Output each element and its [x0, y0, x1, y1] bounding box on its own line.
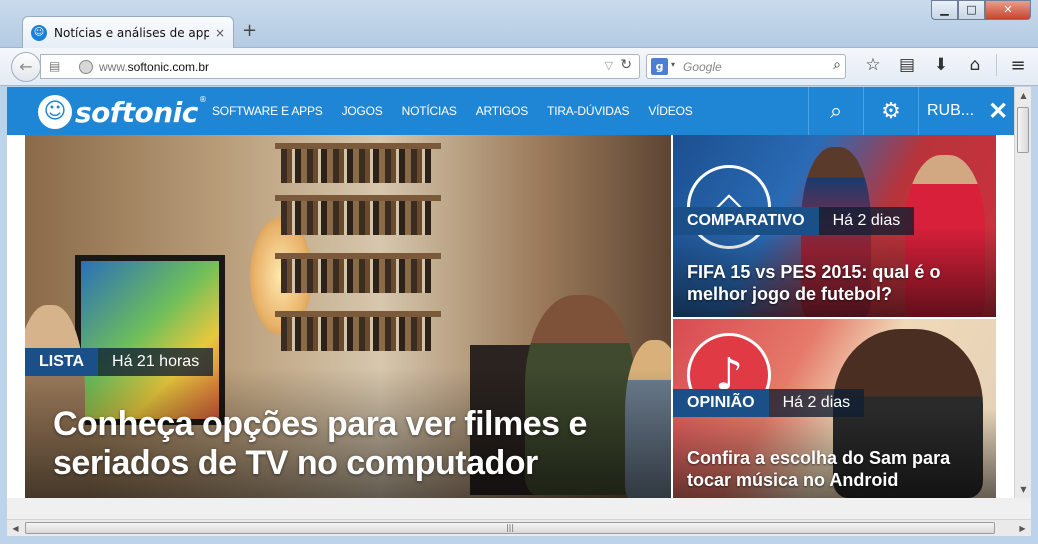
- home-icon[interactable]: ⌂: [958, 55, 992, 75]
- tab-close-icon[interactable]: ×: [215, 26, 225, 40]
- softonic-favicon-icon: ☺: [31, 24, 47, 41]
- nav-item-noticias[interactable]: NOTÍCIAS: [402, 104, 457, 118]
- scroll-left-icon[interactable]: ◀: [7, 520, 24, 537]
- bookmark-star-icon[interactable]: ☆: [856, 55, 890, 75]
- bookmarks-list-icon[interactable]: ▤: [890, 55, 924, 75]
- url-history-dropdown-icon[interactable]: ▽: [605, 59, 613, 72]
- maximize-button[interactable]: □: [958, 0, 985, 20]
- minimize-button[interactable]: ▁: [931, 0, 958, 20]
- engine-dropdown-icon[interactable]: ▾: [671, 60, 675, 69]
- card-timestamp: Há 2 dias: [768, 389, 865, 417]
- search-bar[interactable]: g ▾ Google ⌕: [646, 54, 846, 79]
- close-window-button[interactable]: ✕: [985, 0, 1031, 20]
- softonic-logo-icon: ☺: [38, 95, 72, 129]
- card-badge: COMPARATIVO Há 2 dias: [673, 207, 915, 235]
- user-close-icon[interactable]: ✕: [988, 97, 1008, 126]
- globe-icon: [79, 60, 93, 74]
- scroll-right-icon[interactable]: ▶: [1014, 520, 1031, 537]
- window-titlebar: ☺ Notícias e análises de app, ... × + ▁ …: [0, 0, 1038, 48]
- navigation-toolbar: ▤ www.softonic.com.br ▽ ↻ ← g ▾ Google ⌕…: [0, 48, 1038, 86]
- nav-item-jogos[interactable]: JOGOS: [342, 104, 383, 118]
- hero-badge: LISTA Há 21 horas: [25, 348, 214, 376]
- search-go-icon[interactable]: ⌕: [833, 57, 841, 73]
- site-header: ☺ softonic ® SOFTWARE E APPS JOGOS NOTÍC…: [7, 87, 1014, 135]
- card-title[interactable]: Confira a escolha do Sam para tocar músi…: [687, 447, 987, 491]
- settings-gear-icon[interactable]: ⚙: [863, 87, 918, 135]
- card-title[interactable]: FIFA 15 vs PES 2015: qual é o melhor jog…: [687, 261, 987, 305]
- card-timestamp: Há 2 dias: [818, 207, 915, 235]
- url-prefix: www.: [99, 60, 128, 74]
- browser-tab[interactable]: ☺ Notícias e análises de app, ... ×: [22, 16, 234, 48]
- books: [281, 317, 431, 351]
- user-menu[interactable]: RUB... ✕: [918, 87, 1014, 135]
- url-bar[interactable]: ▤ www.softonic.com.br ▽ ↻: [40, 54, 640, 79]
- main-nav: SOFTWARE E APPS JOGOS NOTÍCIAS ARTIGOS T…: [212, 104, 712, 118]
- vertical-scrollbar[interactable]: ▲ ▼: [1014, 87, 1031, 498]
- site-search-icon[interactable]: ⌕: [808, 87, 863, 135]
- hero-category-tag[interactable]: LISTA: [25, 348, 99, 376]
- books: [281, 149, 431, 183]
- header-actions: ⌕ ⚙ RUB... ✕: [808, 87, 1014, 135]
- back-button[interactable]: ←: [11, 52, 41, 82]
- page-identity-icon[interactable]: ▤: [49, 59, 60, 73]
- page-viewport: ☺ softonic ® SOFTWARE E APPS JOGOS NOTÍC…: [7, 87, 1014, 498]
- softonic-logo[interactable]: ☺ softonic ®: [38, 95, 207, 129]
- registered-mark: ®: [198, 95, 207, 104]
- article-card-fifa[interactable]: ◇ COMPARATIVO Há 2 dias FIFA 15 vs PES 2…: [673, 135, 996, 317]
- toolbar-icons: ☆ ▤ ⬇ ⌂ ≡: [856, 54, 1035, 76]
- hero-timestamp: Há 21 horas: [98, 348, 214, 376]
- google-engine-icon[interactable]: g: [651, 58, 668, 75]
- downloads-icon[interactable]: ⬇: [924, 55, 958, 75]
- scroll-up-icon[interactable]: ▲: [1015, 87, 1032, 104]
- url-host: softonic.com.br: [127, 60, 210, 74]
- scroll-down-icon[interactable]: ▼: [1015, 481, 1032, 498]
- reload-icon[interactable]: ↻: [620, 57, 632, 73]
- url-text[interactable]: www.softonic.com.br: [99, 60, 209, 74]
- logo-text: softonic: [75, 95, 198, 129]
- user-name: RUB...: [927, 102, 975, 119]
- search-placeholder[interactable]: Google: [683, 60, 722, 74]
- card-category-tag[interactable]: COMPARATIVO: [673, 207, 819, 235]
- horizontal-scrollbar[interactable]: ◀ ||| ▶: [7, 519, 1031, 536]
- toolbar-separator: [996, 54, 997, 76]
- nav-item-artigos[interactable]: ARTIGOS: [476, 104, 529, 118]
- window-controls: ▁ □ ✕: [931, 0, 1031, 20]
- horizontal-scroll-thumb[interactable]: |||: [25, 522, 995, 534]
- card-category-tag[interactable]: OPINIÃO: [673, 389, 769, 417]
- page-bottom-area: [7, 498, 1031, 519]
- nav-item-videos[interactable]: VÍDEOS: [648, 104, 692, 118]
- books: [281, 259, 431, 293]
- vertical-scroll-thumb[interactable]: [1017, 107, 1029, 153]
- nav-item-tira-duvidas[interactable]: TIRA-DÚVIDAS: [547, 104, 629, 118]
- tab-title: Notícias e análises de app, ...: [54, 25, 209, 40]
- nav-item-software[interactable]: SOFTWARE E APPS: [212, 104, 323, 118]
- hero-headline[interactable]: Conheça opções para ver filmes e seriado…: [53, 405, 613, 483]
- new-tab-button[interactable]: +: [242, 20, 257, 41]
- article-card-music[interactable]: ♪ OPINIÃO Há 2 dias Confira a escolha do…: [673, 319, 996, 498]
- hamburger-menu-icon[interactable]: ≡: [1001, 55, 1035, 76]
- hero-article[interactable]: LISTA Há 21 horas Conheça opções para ve…: [25, 135, 671, 498]
- card-badge: OPINIÃO Há 2 dias: [673, 389, 865, 417]
- books: [281, 201, 431, 235]
